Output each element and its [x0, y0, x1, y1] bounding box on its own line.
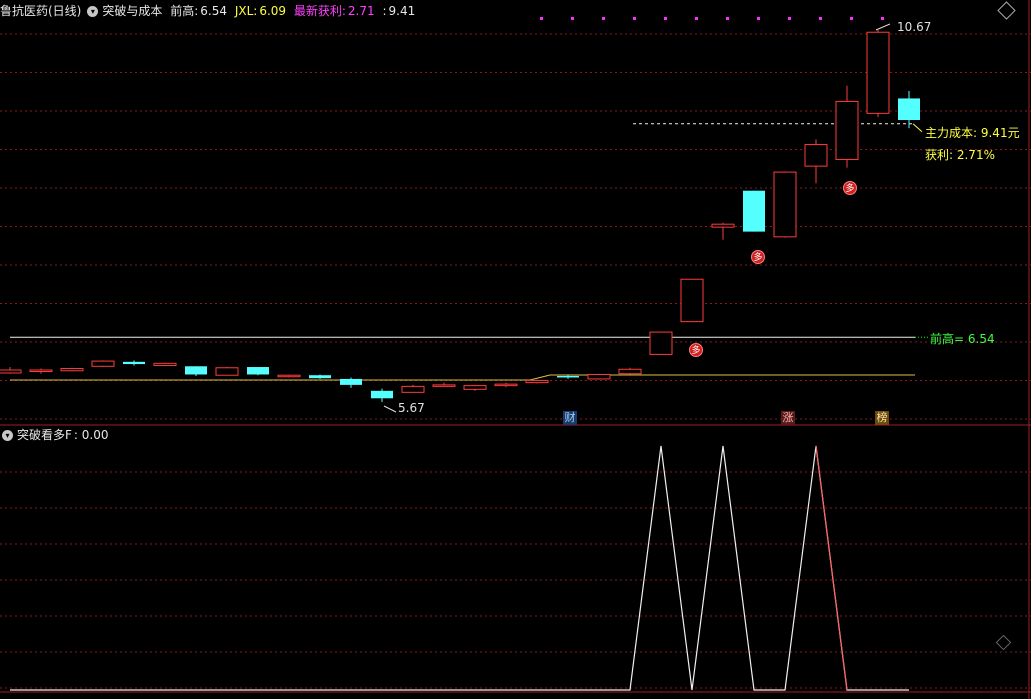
profit-pct-label: 获利: 2.71%	[925, 148, 995, 162]
candle-body	[91, 360, 115, 367]
main-cost-pointer	[912, 123, 923, 133]
candle-body	[618, 368, 642, 375]
top-marker	[633, 17, 636, 20]
top-marker	[540, 17, 543, 20]
candle-body	[247, 367, 269, 375]
candle-body	[680, 278, 704, 323]
price-chart[interactable]	[0, 0, 1031, 699]
candle-body	[215, 367, 239, 376]
low-pointer	[383, 405, 397, 413]
sub-indicator-down	[815, 445, 848, 691]
candle-body	[0, 369, 22, 374]
buy-signal-1: 多	[689, 343, 703, 357]
candle-body	[371, 390, 393, 399]
low-price-label: 5.67	[398, 401, 425, 415]
candle-body	[432, 384, 456, 387]
candle-body	[401, 385, 425, 393]
candle-body	[773, 171, 797, 238]
top-marker	[664, 17, 667, 20]
top-marker	[726, 17, 729, 20]
candle-body	[835, 100, 859, 160]
candle-body	[587, 373, 611, 380]
high-price-label: 10.67	[897, 20, 932, 34]
candle-body	[557, 375, 579, 378]
candle-body	[277, 374, 301, 378]
candle-body	[463, 385, 487, 390]
candle-body	[711, 223, 735, 228]
top-marker	[602, 17, 605, 20]
top-marker	[788, 17, 791, 20]
top-marker	[571, 17, 574, 20]
top-marker	[819, 17, 822, 20]
high-pointer	[875, 23, 891, 31]
candle-body	[804, 144, 828, 167]
buy-signal-3: 多	[843, 181, 857, 195]
candle-body	[898, 98, 920, 121]
candle-body	[153, 362, 177, 367]
top-marker	[695, 17, 698, 20]
main-cost-label: 主力成本: 9.41元	[925, 126, 1020, 140]
buy-signal-2: 多	[751, 250, 765, 264]
candle-body	[494, 383, 518, 387]
qiangao-line-label: 前高= 6.54	[930, 332, 995, 346]
candle-body	[525, 379, 549, 384]
tag-zhang[interactable]: 涨	[781, 411, 795, 425]
jxl-line	[10, 374, 915, 381]
candle-body	[309, 375, 331, 379]
candle-body	[743, 190, 765, 232]
candle-body	[29, 369, 53, 373]
tag-bang[interactable]: 榜	[875, 411, 889, 425]
candle-body	[185, 366, 207, 375]
tag-cai[interactable]: 财	[563, 411, 577, 425]
candle-body	[866, 31, 890, 114]
candle-body	[123, 361, 145, 365]
candle-body	[649, 331, 673, 355]
top-marker	[850, 17, 853, 20]
sub-indicator-line	[10, 445, 909, 691]
candle-body	[340, 378, 362, 385]
top-marker	[881, 17, 884, 20]
candle-body	[60, 368, 84, 372]
top-marker	[757, 17, 760, 20]
